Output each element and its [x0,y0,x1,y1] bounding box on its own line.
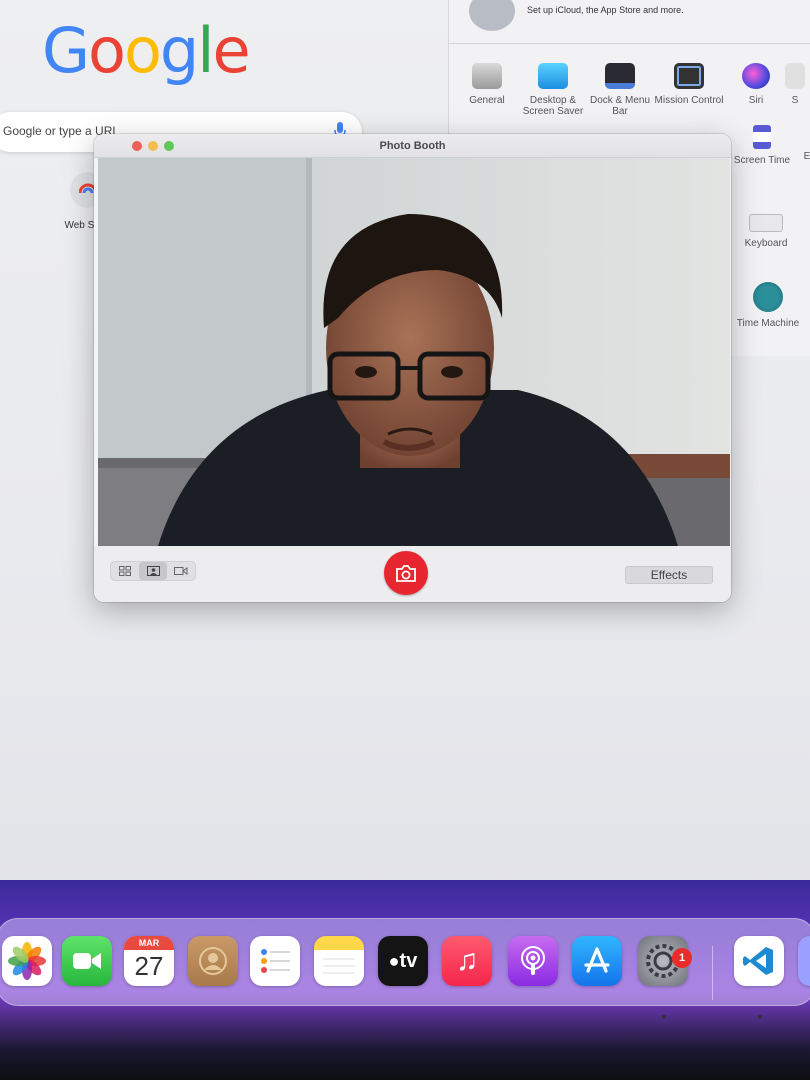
dock-separator [712,946,713,1000]
pref-label: Time Machine [736,318,800,329]
dock-tv-icon[interactable]: ● tv [378,936,428,986]
logo-letter: g [159,14,199,87]
camera-icon [396,564,416,582]
tv-label: tv [399,949,418,972]
pref-label: S [791,95,799,106]
logo-letter: e [212,14,251,87]
partial-icon [785,63,805,89]
siri-icon [742,63,770,89]
calendar-month: MAR [124,936,174,950]
dock-contacts-icon[interactable] [188,936,238,986]
video-icon[interactable] [167,562,195,580]
logo-letter: o [123,14,162,87]
mission-control-icon [674,63,704,89]
take-photo-button[interactable] [384,551,428,595]
photo-booth-toolbar: Effects [94,546,731,602]
pref-mission-control[interactable]: Mission Control [654,63,724,106]
system-preferences-lower: Keyboard Time Machine [718,190,810,356]
dock-calendar-icon[interactable]: MAR 27 [124,936,174,986]
time-machine-icon [753,282,783,312]
camera-feed-image [98,158,730,546]
photo-booth-window: Photo Booth Effects [94,134,731,602]
divider [449,43,810,44]
keyboard-icon [749,214,783,232]
dock-partial-app-icon[interactable] [798,936,810,986]
dock-vscode-icon[interactable] [734,936,784,986]
dock-podcasts-icon[interactable] [508,936,558,986]
music-note-icon: ♫ [455,944,479,977]
pref-keyboard[interactable]: Keyboard [731,214,801,249]
pref-label: Desktop & Screen Saver [522,95,584,117]
pref-label: Mission Control [654,95,724,106]
pref-label: Screen Time [733,155,791,166]
hourglass-icon [753,125,771,149]
pref-label: Dock & Menu Bar [589,95,651,117]
running-indicator [758,1015,762,1019]
calendar-day: 27 [134,951,164,981]
pref-cut-row2[interactable]: E [797,151,810,162]
running-indicator [662,1015,666,1019]
google-logo: Google [42,14,251,87]
logo-letter: l [197,14,214,87]
dock-reminders-icon[interactable] [250,936,300,986]
pref-dock-menu-bar[interactable]: Dock & Menu Bar [585,63,655,117]
title-bar[interactable]: Photo Booth [94,134,731,158]
general-icon [472,63,502,89]
dock-notes-icon[interactable] [314,936,364,986]
dock-music-icon[interactable]: ♫ [442,936,492,986]
pref-screen-time[interactable]: Screen Time [727,125,797,166]
pref-desktop-screen-saver[interactable]: Desktop & Screen Saver [518,63,588,117]
pref-general[interactable]: General [452,63,522,106]
dock-facetime-icon[interactable] [62,936,112,986]
desktop-icon [538,63,568,89]
pref-partial[interactable]: S [775,63,810,106]
effects-button[interactable]: Effects [625,566,713,584]
single-photo-icon[interactable] [139,562,167,580]
pref-label: E [803,151,810,162]
dock-photos-icon[interactable] [2,936,52,986]
window-title: Photo Booth [379,140,446,152]
apple-logo-icon: ● [388,950,400,971]
account-avatar-icon[interactable] [469,0,515,31]
four-up-icon[interactable] [111,562,139,580]
notification-badge: 1 [672,948,692,968]
account-subtitle: Set up iCloud, the App Store and more. [527,5,684,15]
camera-preview [98,158,730,546]
logo-letter: G [42,14,90,87]
pref-label: General [469,95,505,106]
pref-label: Keyboard [744,238,788,249]
logo-letter: o [88,14,126,87]
pref-time-machine[interactable]: Time Machine [733,282,803,329]
dock-icon [605,63,635,89]
view-mode-selector[interactable] [110,561,196,581]
dock-app-store-icon[interactable] [572,936,622,986]
